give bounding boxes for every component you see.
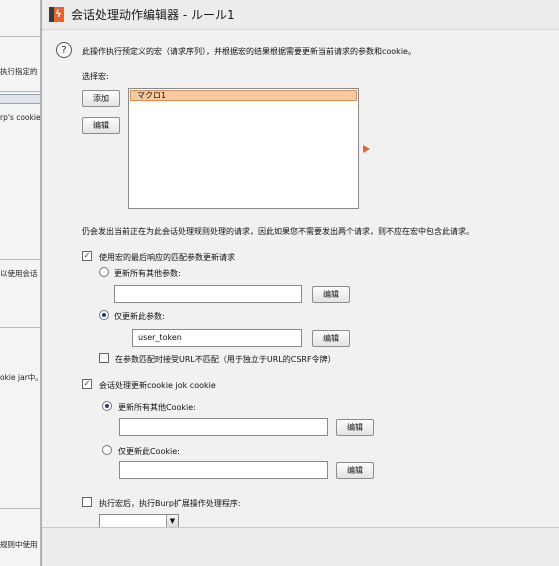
divider [0, 508, 40, 509]
divider [42, 527, 559, 528]
update-params-label: 使用宏的最后响应的匹配参数更新请求 [99, 253, 235, 262]
update-only-param-label: 仅更新此参数: [114, 312, 165, 321]
description-text: 此操作执行预定义的宏（请求序列），并根据宏的结果根据需要更新当前请求的参数和co… [82, 47, 416, 56]
macro-list-item[interactable]: マクロ1 [130, 90, 357, 101]
update-only-cookie-label: 仅更新此Cookie: [118, 447, 180, 456]
extension-checkbox[interactable] [82, 497, 92, 507]
extension-handler-select[interactable]: ▼ [99, 514, 179, 528]
update-params-checkbox[interactable]: ✓ [82, 251, 92, 261]
edit-only-cookie-button[interactable]: 编辑 [336, 462, 374, 479]
bg-text-2: rp's cookie [0, 113, 41, 122]
only-cookie-field[interactable] [119, 461, 328, 479]
window-title: 会话处理动作编辑器 - ルール1 [71, 8, 235, 22]
notice-text: 仍会发出当前正在为此会话处理规则处理的请求，因此如果您不需要发出两个请求，则不应… [82, 227, 474, 236]
edit-only-param-button[interactable]: 编辑 [312, 330, 350, 347]
bg-text-4: okie jar中。 [0, 373, 41, 382]
dialog-content: ? 此操作执行预定义的宏（请求序列），并根据宏的结果根据需要更新当前请求的参数和… [42, 29, 559, 528]
update-all-cookies-label: 更新所有其他Cookie: [118, 403, 196, 412]
url-mismatch-label: 在参数匹配时接受URL不匹配（用于独立于URL的CSRF令牌） [115, 355, 336, 364]
burp-app-icon: ϟ [49, 7, 64, 22]
chevron-down-icon[interactable]: ▼ [166, 515, 178, 527]
edit-all-cookies-button[interactable]: 编辑 [336, 419, 374, 436]
only-param-field[interactable]: user_token [132, 329, 302, 347]
expand-arrow-icon[interactable] [363, 145, 370, 153]
divider [0, 259, 40, 260]
help-icon[interactable]: ? [56, 42, 72, 58]
update-all-params-radio[interactable] [99, 267, 109, 277]
all-cookies-field[interactable] [119, 418, 328, 436]
all-params-field[interactable] [114, 285, 302, 303]
title-bar[interactable]: ϟ 会话处理动作编辑器 - ルール1 [42, 0, 559, 29]
select-macro-label: 选择宏: [82, 72, 109, 81]
edit-macro-button[interactable]: 编辑 [82, 117, 120, 134]
update-all-params-label: 更新所有其他参数: [114, 269, 181, 278]
url-mismatch-checkbox[interactable] [99, 353, 109, 363]
extension-label: 执行宏后，执行Burp扩展操作处理程序: [99, 499, 241, 508]
macro-list[interactable]: マクロ1 [128, 88, 359, 209]
add-macro-button[interactable]: 添加 [82, 90, 120, 107]
bg-tab [0, 94, 40, 104]
bg-text-5: 规则中使用 [0, 540, 38, 549]
divider [0, 91, 40, 92]
edit-all-params-button[interactable]: 编辑 [312, 286, 350, 303]
update-cookies-checkbox[interactable]: ✓ [82, 379, 92, 389]
divider [0, 36, 40, 37]
update-cookies-label: 会话处理更新cookie jok cookie [99, 381, 216, 390]
update-only-cookie-radio[interactable] [102, 445, 112, 455]
divider [0, 327, 40, 328]
update-only-param-radio[interactable] [99, 310, 109, 320]
bg-text-3: 以使用会话 [0, 269, 38, 278]
bg-text-1: 执行指定的 [0, 67, 38, 76]
update-all-cookies-radio[interactable] [102, 401, 112, 411]
background-window: 执行指定的 rp's cookie 以使用会话 okie jar中。 规则中使用 [0, 0, 41, 566]
session-action-editor-dialog: ϟ 会话处理动作编辑器 - ルール1 ? 此操作执行预定义的宏（请求序列），并根… [41, 0, 559, 566]
